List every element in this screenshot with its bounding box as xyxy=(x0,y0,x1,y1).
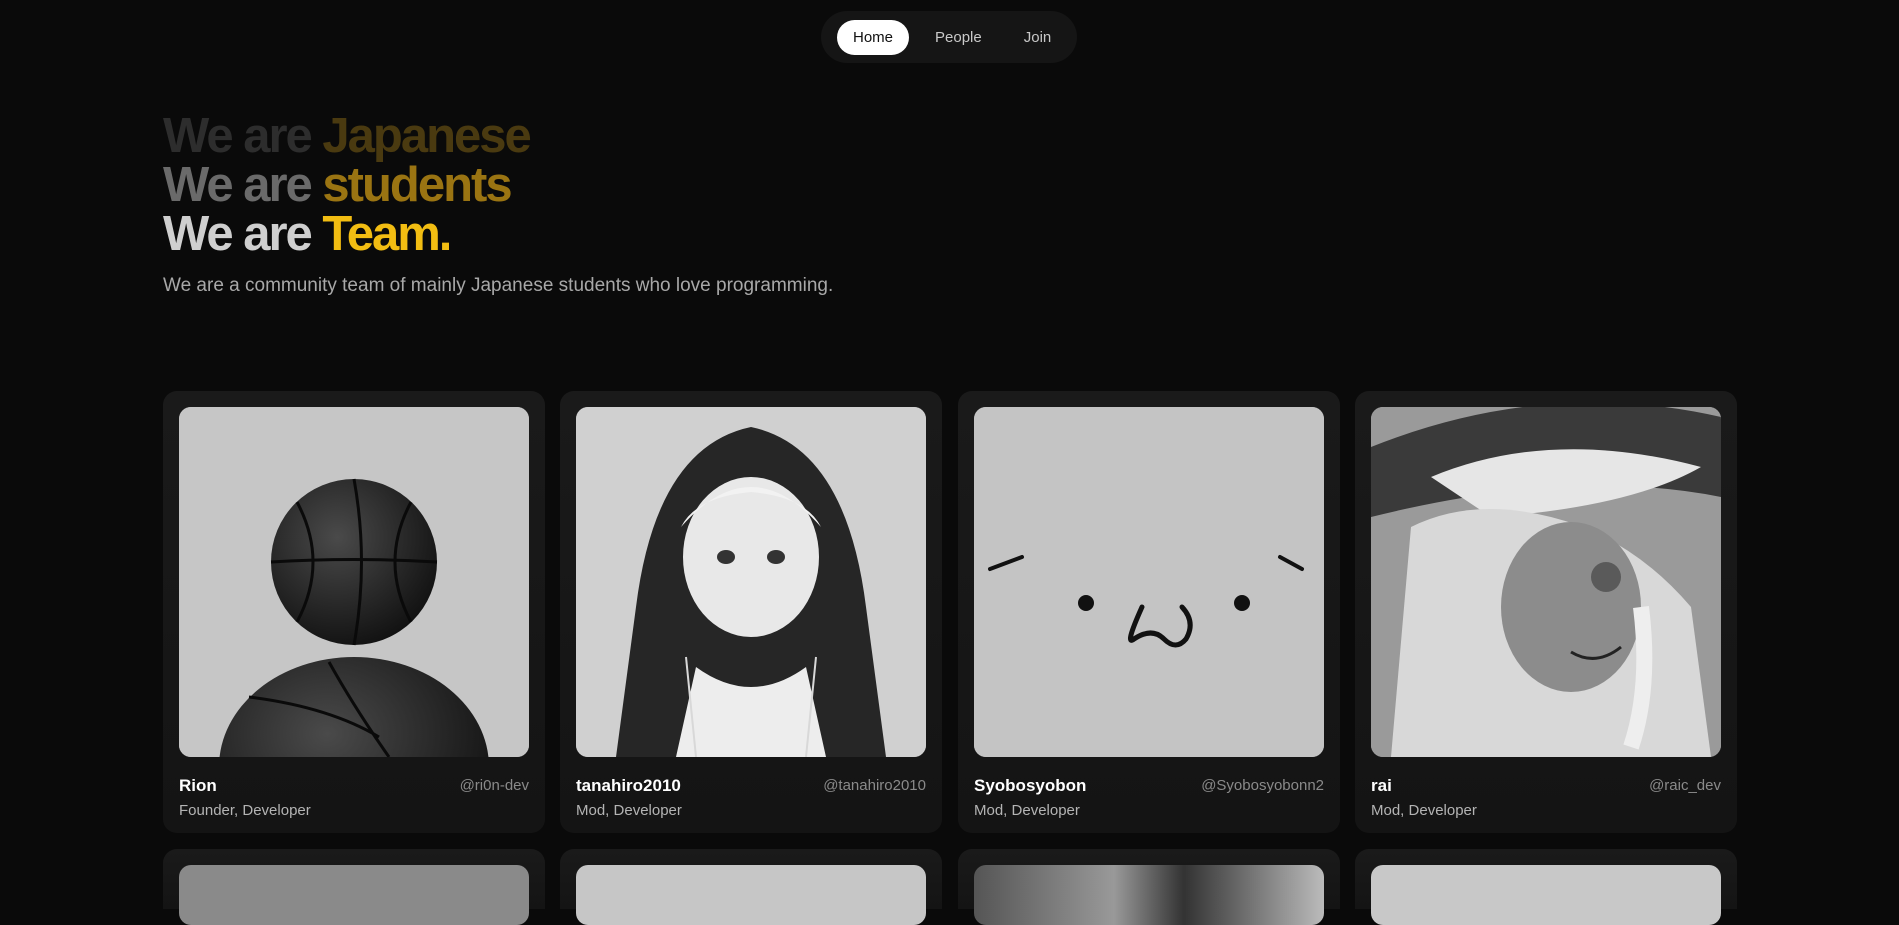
member-role: Mod, Developer xyxy=(576,802,682,819)
hero-section: We are Japanese We are students We are T… xyxy=(163,112,833,297)
nav-people[interactable]: People xyxy=(919,20,998,55)
member-avatar xyxy=(576,865,926,925)
member-card[interactable]: Rion @ri0n-dev Founder, Developer xyxy=(163,391,545,833)
member-avatar xyxy=(1371,865,1721,925)
anime-hoodie-boy-image xyxy=(576,407,926,757)
member-card[interactable] xyxy=(163,849,545,925)
basketball-image xyxy=(179,407,529,757)
member-avatar xyxy=(974,865,1324,925)
hero-subtitle: We are a community team of mainly Japane… xyxy=(163,275,834,296)
member-card[interactable]: Syobosyobon @Syobosyobonn2 Mod, Develope… xyxy=(958,391,1340,833)
hero-line-1-prefix: We are xyxy=(163,109,323,163)
member-name: rai xyxy=(1371,776,1392,795)
member-card[interactable] xyxy=(1355,849,1737,925)
hero-line-3: We are Team. xyxy=(163,210,833,259)
member-card[interactable] xyxy=(958,849,1340,925)
anime-witch-girl-image xyxy=(1371,407,1721,757)
member-avatar xyxy=(179,865,529,925)
hero-line-2: We are students xyxy=(163,161,833,210)
hero-line-3-highlight: Team. xyxy=(322,207,452,261)
member-handle[interactable]: @Syobosyobonn2 xyxy=(1201,777,1324,794)
hero-line-1: We are Japanese xyxy=(163,112,833,161)
hero-line-2-prefix: We are xyxy=(163,158,323,212)
member-card[interactable] xyxy=(560,849,942,925)
member-name: Syobosyobon xyxy=(974,776,1087,795)
nav-home[interactable]: Home xyxy=(837,19,910,55)
member-card[interactable]: tanahiro2010 @tanahiro2010 Mod, Develope… xyxy=(560,391,942,833)
member-handle[interactable]: @raic_dev xyxy=(1649,777,1721,794)
kaomoji-face-image xyxy=(974,407,1324,757)
hero-line-3-prefix: We are xyxy=(163,207,323,261)
hero-line-1-highlight: Japanese xyxy=(322,109,531,163)
member-handle[interactable]: @ri0n-dev xyxy=(460,777,529,794)
member-name: tanahiro2010 xyxy=(576,776,681,795)
member-name: Rion xyxy=(179,776,217,795)
member-handle[interactable]: @tanahiro2010 xyxy=(823,777,926,794)
nav-join[interactable]: Join xyxy=(1008,20,1068,55)
member-card[interactable]: rai @raic_dev Mod, Developer xyxy=(1355,391,1737,833)
hero-line-2-highlight: students xyxy=(322,158,512,212)
member-role: Mod, Developer xyxy=(974,802,1080,819)
member-role: Founder, Developer xyxy=(179,802,311,819)
top-nav: Home People Join xyxy=(821,11,1077,63)
member-role: Mod, Developer xyxy=(1371,802,1477,819)
